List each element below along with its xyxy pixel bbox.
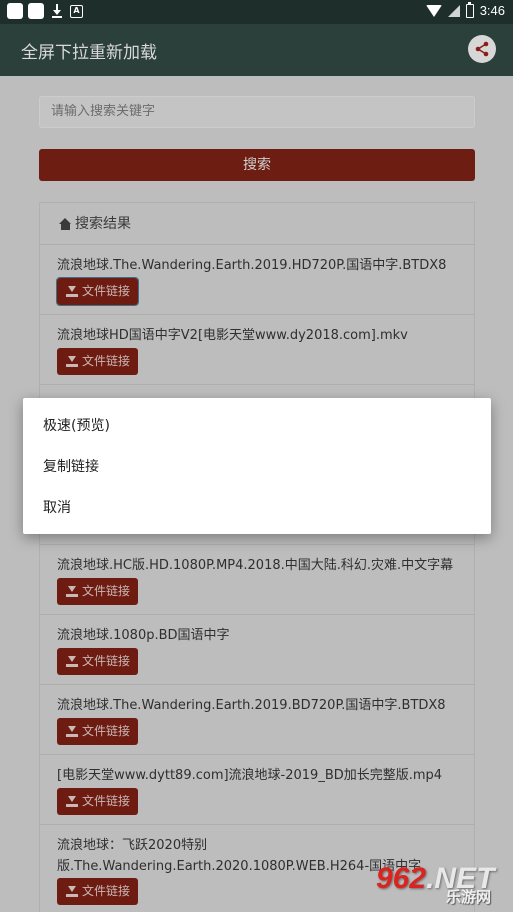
home-icon <box>59 217 72 230</box>
search-button[interactable]: 搜索 <box>39 149 475 181</box>
download-icon <box>66 886 78 897</box>
file-link-button[interactable]: 文件链接 <box>56 277 139 306</box>
file-link-label: 文件链接 <box>82 884 131 898</box>
result-item: 流浪地球.HC版.HD.1080P.MP4.2018.中国大陆.科幻.灾难.中文… <box>40 545 474 615</box>
dialog-option-cancel[interactable]: 取消 <box>43 497 71 517</box>
wifi-icon <box>425 4 442 17</box>
cellular-icon <box>447 4 460 17</box>
download-icon <box>66 656 78 667</box>
file-link-button[interactable]: 文件链接 <box>57 648 138 675</box>
results-panel: 搜索结果 流浪地球.The.Wandering.Earth.2019.HD720… <box>39 202 475 912</box>
download-icon <box>66 356 78 367</box>
result-title: 流浪地球.The.Wandering.Earth.2019.BD720P.国语中… <box>57 698 446 713</box>
file-link-label: 文件链接 <box>82 724 131 738</box>
result-item: 流浪地球HD国语中字V2[电影天堂www.dy2018.com].mkv 文件链… <box>40 315 474 385</box>
watermark-subtitle: 乐游网 <box>446 888 492 906</box>
file-link-label: 文件链接 <box>82 654 131 668</box>
dialog-option-fast-preview[interactable]: 极速(预览) <box>43 415 110 435</box>
result-title: 流浪地球.HC版.HD.1080P.MP4.2018.中国大陆.科幻.灾难.中文… <box>57 558 454 573</box>
file-link-button[interactable]: 文件链接 <box>57 578 138 605</box>
file-link-button[interactable]: 文件链接 <box>57 788 138 815</box>
result-item: [电影天堂www.dytt89.com]流浪地球-2019_BD加长完整版.mp… <box>40 755 474 825</box>
download-icon <box>66 726 78 737</box>
notification-icons: A <box>7 3 83 19</box>
app-title: 全屏下拉重新加载 <box>21 43 157 63</box>
search-input[interactable]: 请输入搜索关键字 <box>39 96 475 128</box>
result-title: 流浪地球HD国语中字V2[电影天堂www.dy2018.com].mkv <box>57 328 408 343</box>
file-link-label: 文件链接 <box>82 794 131 808</box>
app-notification-icon <box>28 3 44 19</box>
a-icon: A <box>70 4 83 18</box>
system-icons: 3:46 <box>425 1 505 18</box>
result-item: 流浪地球.The.Wandering.Earth.2019.HD720P.国语中… <box>40 245 474 315</box>
clock: 3:46 <box>479 3 505 18</box>
file-link-label: 文件链接 <box>82 354 131 368</box>
share-icon <box>475 41 489 57</box>
result-title: [电影天堂www.dytt89.com]流浪地球-2019_BD加长完整版.mp… <box>57 768 443 783</box>
share-button[interactable] <box>468 35 496 63</box>
file-link-button[interactable]: 文件链接 <box>57 718 138 745</box>
result-item: 流浪地球.1080p.BD国语中字 文件链接 <box>40 615 474 685</box>
watermark-logo: 962.NET 乐游网 <box>374 862 510 908</box>
action-dialog: 极速(预览) 复制链接 取消 <box>23 398 491 534</box>
result-title: 流浪地球.1080p.BD国语中字 <box>57 628 230 643</box>
results-header-label: 搜索结果 <box>75 215 131 232</box>
dialog-option-copy-link[interactable]: 复制链接 <box>43 456 99 476</box>
battery-icon <box>465 1 474 18</box>
status-bar: A 3:46 <box>0 0 513 24</box>
download-icon <box>49 3 65 19</box>
file-link-button[interactable]: 文件链接 <box>57 878 138 905</box>
result-item: 流浪地球.The.Wandering.Earth.2019.BD720P.国语中… <box>40 685 474 755</box>
app-bar: 全屏下拉重新加载 <box>0 24 513 76</box>
app-notification-icon <box>7 3 23 19</box>
download-icon <box>66 286 78 297</box>
download-icon <box>66 586 78 597</box>
file-link-button[interactable]: 文件链接 <box>57 348 138 375</box>
result-title: 流浪地球.The.Wandering.Earth.2019.HD720P.国语中… <box>57 258 447 273</box>
file-link-label: 文件链接 <box>82 284 131 298</box>
download-icon <box>66 796 78 807</box>
file-link-label: 文件链接 <box>82 584 131 598</box>
results-header: 搜索结果 <box>40 203 474 245</box>
